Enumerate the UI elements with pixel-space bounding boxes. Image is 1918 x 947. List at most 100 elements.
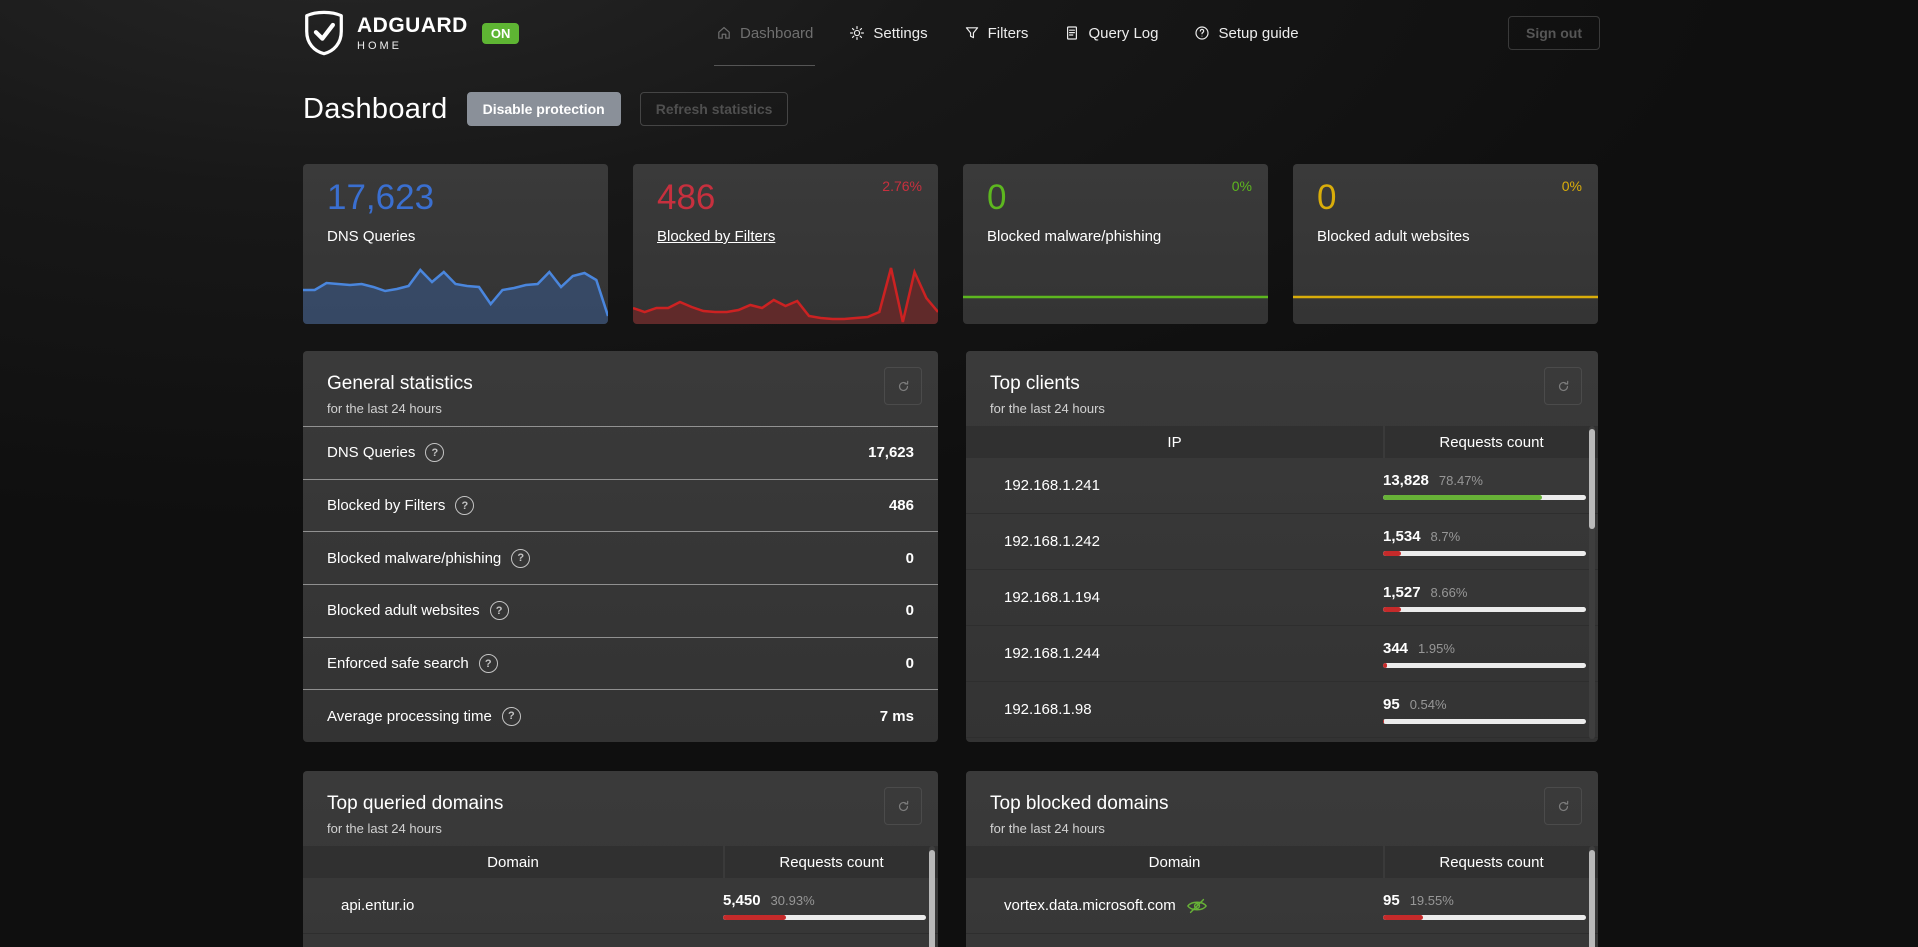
progress-bar	[1383, 494, 1586, 500]
stats-row-label-text: Average processing time	[327, 707, 492, 725]
requests-percent: 0.54%	[1409, 696, 1447, 712]
top-queried-scrollbar[interactable]	[929, 846, 935, 947]
panel-title: Top queried domains	[327, 793, 504, 814]
nav-item-filters[interactable]: Filters	[964, 24, 1029, 42]
blocked-filters-sparkline	[633, 260, 938, 324]
client-ip: 192.168.1.244	[966, 645, 1383, 662]
progress-bar	[1383, 914, 1586, 920]
brand-text: ADGUARD HOME	[357, 14, 468, 52]
requests-count: 1,527	[1383, 583, 1421, 601]
page-title: Dashboard	[303, 92, 448, 125]
nav-item-label: Filters	[987, 24, 1029, 42]
help-icon[interactable]: ?	[501, 706, 521, 726]
nav-item-label: Dashboard	[740, 24, 814, 42]
stats-row-label-text: DNS Queries	[327, 444, 416, 462]
progress-bar-fill	[1383, 718, 1385, 724]
count-line: 344 1.95%	[1383, 640, 1586, 657]
table-row: 192.168.1.98 95 0.54%	[966, 682, 1598, 738]
help-icon[interactable]: ?	[425, 443, 445, 463]
stat-percent: 2.76%	[882, 178, 922, 194]
panel-refresh-button[interactable]	[884, 367, 922, 405]
help-icon[interactable]: ?	[511, 548, 531, 568]
nav-item-settings[interactable]: Settings	[849, 25, 928, 42]
stats-row-average-processing-time: Average processing time? 7 ms	[303, 689, 938, 742]
progress-bar-fill	[1383, 662, 1387, 668]
requests-count-cell: 13,828 78.47%	[1383, 472, 1598, 500]
stat-percent: 0%	[1231, 178, 1252, 194]
panel-subtitle: for the last 24 hours	[327, 401, 442, 416]
client-ip: 192.168.1.194	[966, 589, 1383, 606]
nav-item-label: Setup guide	[1218, 24, 1299, 42]
dns-queries-sparkline	[303, 260, 608, 324]
column-header-ip: IP	[1167, 433, 1182, 451]
stat-label[interactable]: Blocked by Filters	[657, 228, 775, 245]
top-clients-scrollbar[interactable]	[1589, 426, 1595, 739]
client-ip-text: 192.168.1.241	[1004, 477, 1100, 494]
progress-bar-fill	[1383, 914, 1423, 920]
nav-item-label: Query Log	[1088, 24, 1159, 42]
document-icon	[1064, 25, 1080, 41]
requests-count: 13,828	[1383, 471, 1429, 489]
sign-out-button[interactable]: Sign out	[1508, 16, 1600, 50]
requests-count: 344	[1383, 639, 1409, 657]
client-ip-text: 192.168.1.244	[1004, 645, 1100, 662]
nav-item-query-log[interactable]: Query Log	[1064, 25, 1158, 42]
panel-refresh-button[interactable]	[1544, 367, 1582, 405]
general-stats-rows: DNS Queries? 17,623 Blocked by Filters? 486…	[303, 426, 938, 742]
progress-bar	[1383, 550, 1586, 556]
scrollbar-thumb[interactable]	[1589, 850, 1595, 947]
table-row: 192.168.1.194 1,527 8.66%	[966, 570, 1598, 626]
stat-value: 0	[1317, 178, 1337, 217]
panel-refresh-button[interactable]	[1544, 787, 1582, 825]
stat-value: 486	[657, 178, 716, 217]
stats-row-value: 486	[888, 497, 914, 514]
help-icon[interactable]: ?	[478, 654, 498, 674]
stats-row-label: Blocked by Filters?	[327, 496, 475, 515]
top-clients-table: IP Requests count 192.168.1.241 13,828 78.…	[966, 426, 1598, 738]
panel-refresh-button[interactable]	[884, 787, 922, 825]
domain-name: vortex.data.microsoft.com	[966, 897, 1383, 914]
main-content: Dashboard Disable protection Refresh sta…	[303, 66, 1598, 947]
requests-percent: 19.55%	[1409, 892, 1454, 908]
table-row: 192.168.1.242 1,534 8.7%	[966, 514, 1598, 570]
progress-bar	[723, 914, 926, 920]
stats-row-value: 0	[905, 602, 914, 620]
client-ip-text: 192.168.1.242	[1004, 533, 1100, 550]
stats-row-dns-queries: DNS Queries? 17,623	[303, 426, 938, 479]
requests-percent: 8.7%	[1430, 528, 1461, 544]
top-blocked-rows: vortex.data.microsoft.com 95 19.55%	[966, 878, 1598, 934]
help-icon[interactable]: ?	[489, 601, 509, 621]
nav-item-dashboard[interactable]: Dashboard	[713, 24, 816, 66]
table-row: 192.168.1.241 13,828 78.47%	[966, 458, 1598, 514]
stats-row-blocked-by-filters: Blocked by Filters? 486	[303, 478, 938, 532]
refresh-statistics-button[interactable]: Refresh statistics	[639, 92, 789, 126]
table-header: Domain Requests count	[966, 846, 1598, 878]
panel-title: General statistics	[327, 373, 473, 394]
table-row: 192.168.1.244 344 1.95%	[966, 626, 1598, 682]
top-blocked-scrollbar[interactable]	[1589, 846, 1595, 947]
help-icon[interactable]: ?	[455, 496, 475, 515]
stat-value: 0	[987, 178, 1007, 217]
brand: ADGUARD HOME ON	[303, 10, 520, 56]
stats-row-label-text: Blocked malware/phishing	[327, 549, 502, 567]
brand-subtitle: HOME	[357, 40, 402, 52]
nav-items: Dashboard Settings Filters Query Log Setup g…	[713, 0, 1299, 66]
progress-bar-fill	[1383, 494, 1543, 500]
requests-count-cell: 95 0.54%	[1383, 696, 1598, 724]
disable-protection-button[interactable]: Disable protection	[466, 92, 621, 126]
scrollbar-thumb[interactable]	[1589, 429, 1595, 529]
progress-bar	[1383, 662, 1586, 668]
top-navbar: ADGUARD HOME ON Dashboard Settings Filters…	[0, 0, 1918, 66]
domain-name-text: vortex.data.microsoft.com	[1004, 897, 1176, 914]
progress-bar-fill	[1383, 606, 1401, 612]
scrollbar-thumb[interactable]	[929, 850, 935, 947]
top-clients-panel: Top clients for the last 24 hours IP Req…	[966, 351, 1598, 742]
stats-row-label: Enforced safe search?	[327, 654, 498, 674]
progress-bar	[1383, 718, 1586, 724]
requests-count: 5,450	[723, 891, 761, 909]
top-queried-rows: api.entur.io 5,450 30.93%	[303, 878, 938, 934]
requests-count-cell: 5,450 30.93%	[723, 892, 938, 920]
nav-item-setup-guide[interactable]: Setup guide	[1194, 24, 1299, 42]
stats-row-label: DNS Queries?	[327, 443, 445, 463]
stat-percent: 0%	[1561, 178, 1582, 194]
